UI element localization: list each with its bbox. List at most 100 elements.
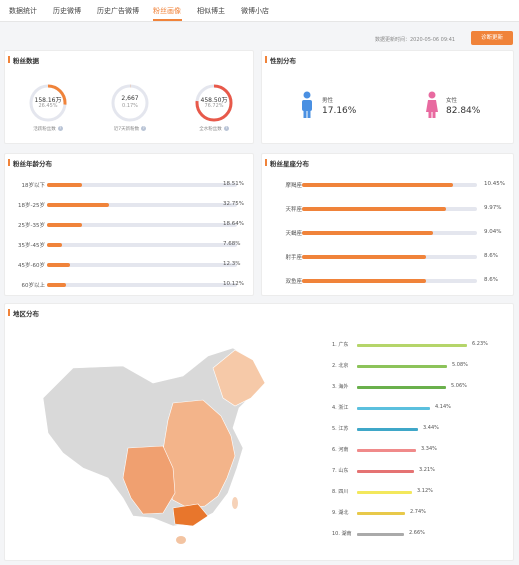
age-value: 12.3% <box>223 261 241 267</box>
region-bar <box>357 407 430 410</box>
zodiac-bar-track <box>302 207 477 211</box>
zodiac-value: 8.6% <box>484 277 498 283</box>
age-bar-track <box>47 203 237 207</box>
question-icon[interactable]: ? <box>223 126 229 131</box>
tab-similar-bloggers[interactable]: 相似博主 <box>197 6 225 16</box>
region-value: 5.08% <box>452 362 468 368</box>
region-bar <box>357 344 467 347</box>
region-label: 5. 江苏 <box>332 426 349 432</box>
region-label: 4. 浙江 <box>332 405 349 411</box>
age-bar-fill <box>47 243 62 247</box>
region-label: 3. 海外 <box>332 384 349 390</box>
age-card: 粉丝年龄分布 18岁以下 18.51% 18岁-25岁 32.75% 25岁-35岁… <box>4 153 254 296</box>
china-map-hainan <box>176 536 186 544</box>
region-label: 10. 湖南 <box>332 531 352 537</box>
active-tab-indicator <box>153 19 182 21</box>
region-value: 3.34% <box>421 446 437 452</box>
active-fans-label: 活跃粉丝数? <box>33 126 63 132</box>
zodiac-bar-track <box>302 279 477 283</box>
age-value: 32.75% <box>223 201 244 207</box>
region-value: 5.06% <box>451 383 467 389</box>
region-bar <box>357 512 405 515</box>
region-value: 2.66% <box>409 530 425 536</box>
fans-profile-page: 数据统计 历史微博 历史广告微博 粉丝画像 相似博主 微博小店 数据更新时间：2… <box>0 0 519 565</box>
age-bar-track <box>47 283 237 287</box>
zodiac-label: 双鱼座 <box>285 279 302 285</box>
zodiac-value: 9.04% <box>484 229 502 235</box>
tab-history-ad-weibo[interactable]: 历史广告微博 <box>97 6 139 16</box>
age-title: 粉丝年龄分布 <box>8 159 52 168</box>
new-fans-value: 2,667 <box>121 95 139 102</box>
age-value: 7.68% <box>223 241 241 247</box>
age-bar-fill <box>47 263 70 267</box>
region-label: 6. 河南 <box>332 447 349 453</box>
zodiac-bar-fill <box>302 231 433 235</box>
zodiac-bar-track <box>302 255 477 259</box>
zodiac-label: 摩羯座 <box>285 183 302 189</box>
zodiac-bar-fill <box>302 207 446 211</box>
age-value: 18.51% <box>223 181 244 187</box>
update-time: 数据更新时间：2020-05-06 09:41 <box>375 37 456 43</box>
region-card: 地区分布 1. 广东 6.23% 2. 北京 5.08% 3. 海外 5.06% 4. <box>4 303 514 561</box>
question-icon[interactable]: ? <box>141 126 147 131</box>
zodiac-value: 9.97% <box>484 205 502 211</box>
age-bar-track <box>47 263 237 267</box>
region-bar <box>357 386 446 389</box>
age-bar-fill <box>47 223 82 227</box>
age-label: 35岁-45岁 <box>18 243 45 249</box>
region-bar <box>357 470 414 473</box>
female-icon <box>426 91 438 118</box>
tab-bar: 数据统计 历史微博 历史广告微博 粉丝画像 相似博主 微博小店 <box>0 0 519 22</box>
region-label: 1. 广东 <box>332 342 349 348</box>
age-value: 18.64% <box>223 221 244 227</box>
age-label: 25岁-35岁 <box>18 223 45 229</box>
tab-history-weibo[interactable]: 历史微博 <box>53 6 81 16</box>
zodiac-value: 8.6% <box>484 253 498 259</box>
fans-data-card: 粉丝数据 158.16万 26.45% 活跃粉丝数? 2,667 0.17% 近… <box>4 50 254 144</box>
female-percent: 82.84% <box>446 106 481 116</box>
zodiac-bar-track <box>302 231 477 235</box>
region-value: 2.74% <box>410 509 426 515</box>
region-bar <box>357 449 416 452</box>
china-map-taiwan <box>232 497 238 509</box>
region-value: 3.12% <box>417 488 433 494</box>
new-fans-label: 近7天新粉数? <box>113 126 147 132</box>
active-fans-percent: 26.45% <box>38 103 58 109</box>
tab-data-stats[interactable]: 数据统计 <box>9 6 37 16</box>
zodiac-value: 10.45% <box>484 181 505 187</box>
male-percent: 17.16% <box>322 106 357 116</box>
new-fans-percent: 0.17% <box>122 103 138 109</box>
gender-title: 性别分布 <box>265 56 296 65</box>
tab-fans-profile[interactable]: 粉丝画像 <box>153 6 181 16</box>
age-bar-fill <box>47 183 82 187</box>
zodiac-bar-fill <box>302 183 453 187</box>
age-label: 18岁-25岁 <box>18 203 45 209</box>
age-bar-fill <box>47 203 109 207</box>
zodiac-title: 粉丝星座分布 <box>265 159 309 168</box>
gender-card: 性别分布 男性 17.16% 女性 82.84% <box>261 50 514 144</box>
age-label: 18岁以下 <box>21 183 46 189</box>
male-label: 男性 <box>322 98 334 104</box>
zodiac-bar-track <box>302 183 477 187</box>
region-label: 2. 北京 <box>332 363 349 369</box>
zodiac-card: 粉丝星座分布 摩羯座 10.45% 天秤座 9.97% 天蝎座 9.04% 射手座 8… <box>261 153 514 296</box>
zodiac-bar-fill <box>302 279 426 283</box>
age-bar-track <box>47 243 237 247</box>
region-title: 地区分布 <box>8 309 39 318</box>
region-label: 8. 四川 <box>332 489 349 495</box>
region-bar <box>357 533 404 536</box>
tab-weibo-shop[interactable]: 微博小店 <box>241 6 269 16</box>
region-label: 7. 山东 <box>332 468 349 474</box>
region-bar <box>357 491 412 494</box>
age-label: 60岁以上 <box>21 283 46 289</box>
zodiac-bar-fill <box>302 255 426 259</box>
age-bar-track <box>47 223 237 227</box>
zodiac-label: 天秤座 <box>285 207 302 213</box>
real-fans-percent: 76.72% <box>204 103 224 109</box>
question-icon[interactable]: ? <box>57 126 63 131</box>
male-icon <box>302 91 312 118</box>
fans-data-title: 粉丝数据 <box>8 56 39 65</box>
diagnose-update-button[interactable]: 诊断更新 <box>471 31 513 45</box>
zodiac-label: 射手座 <box>285 255 302 261</box>
china-map <box>42 347 266 544</box>
